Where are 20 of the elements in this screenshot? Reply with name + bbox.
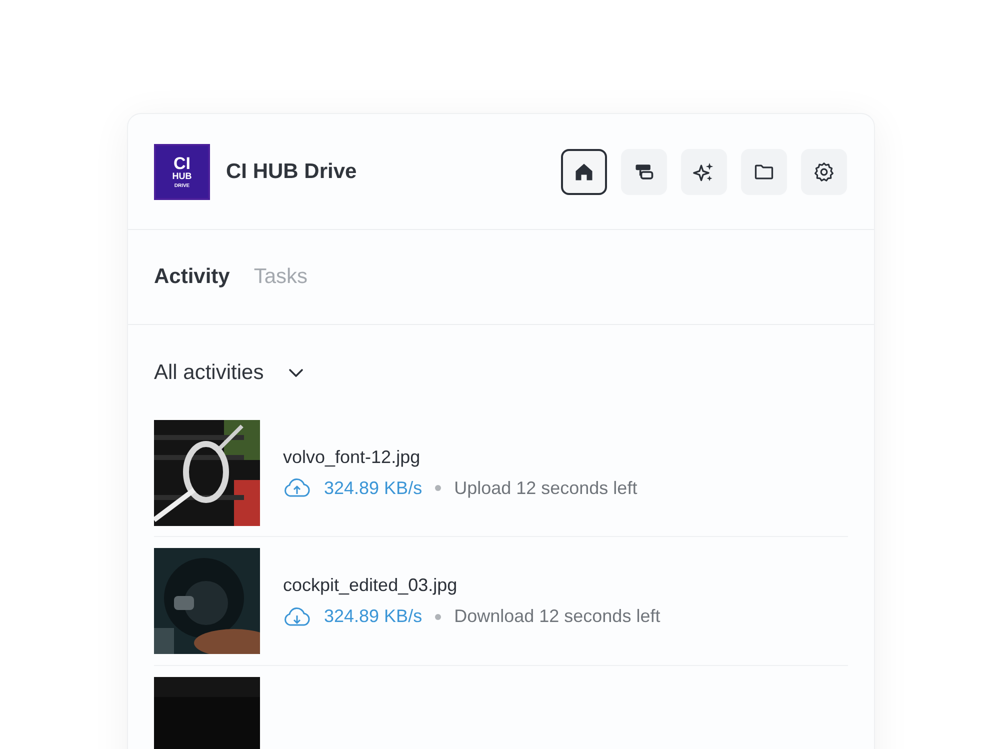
separator-dot [435, 614, 442, 620]
settings-button[interactable] [801, 148, 847, 194]
file-name: volvo_font-12.jpg [283, 446, 422, 468]
home-button[interactable] [561, 148, 607, 194]
cloud-download-icon [283, 606, 311, 626]
layers-button[interactable] [621, 148, 667, 194]
sparkle-button[interactable] [681, 148, 727, 194]
file-name: cockpit_edited_03.jpg [283, 575, 458, 596]
app-title: CI HUB Drive [226, 160, 357, 184]
tab[interactable]: Activity [154, 265, 230, 289]
activity-filter-dropdown[interactable]: All activities [154, 361, 306, 385]
settings-icon [813, 160, 835, 182]
transfer-speed: 324.89 KB/s [324, 606, 422, 627]
transfer-status: Download 12 seconds left [454, 606, 660, 627]
transfer-speed: 324.89 KB/s [324, 478, 422, 498]
folder-button[interactable] [741, 148, 787, 194]
cloud-upload-icon [283, 478, 311, 498]
separator-dot [435, 485, 442, 491]
transfer-status: Upload 12 seconds left [454, 478, 638, 498]
sparkle-icon [693, 160, 715, 182]
